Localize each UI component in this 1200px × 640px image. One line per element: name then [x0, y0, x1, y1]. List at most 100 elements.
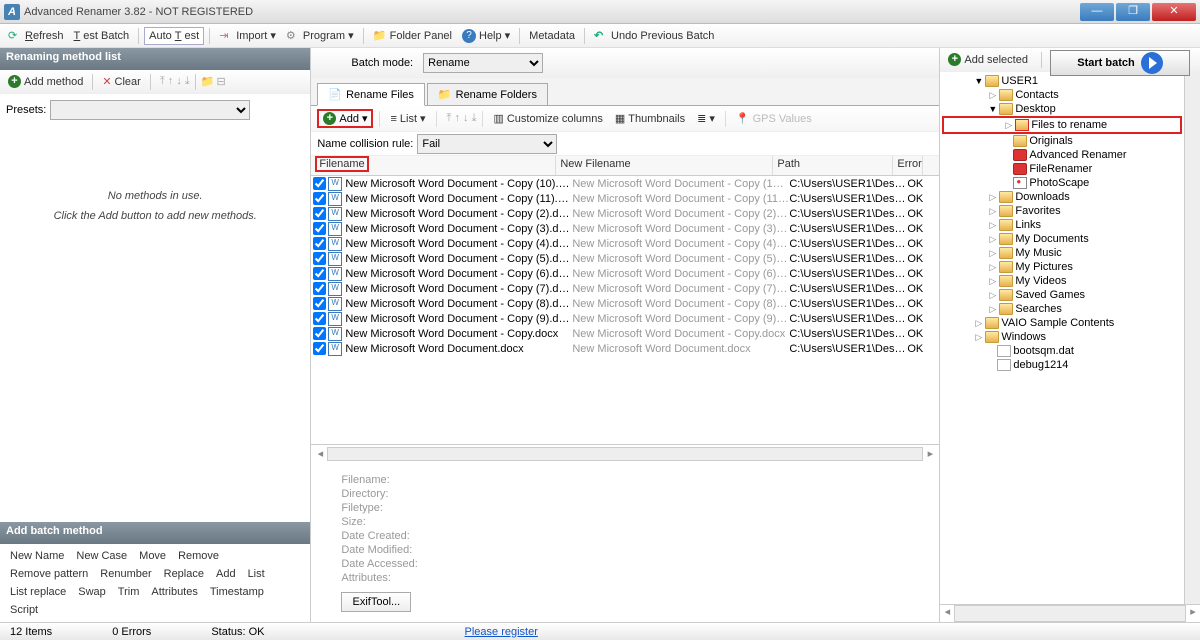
table-row[interactable]: New Microsoft Word Document - Copy (2).d…: [311, 206, 939, 221]
row-checkbox[interactable]: [313, 177, 326, 190]
reorder-arrows[interactable]: ⤒ ↑ ↓ ⤓: [160, 75, 190, 88]
batch-method-list-replace[interactable]: List replace: [6, 584, 70, 600]
expand-icon[interactable]: [988, 90, 997, 101]
tree-item[interactable]: Desktop: [942, 102, 1182, 116]
start-batch-button[interactable]: Start batch: [1050, 50, 1190, 76]
refresh-menu[interactable]: Refresh: [4, 27, 68, 45]
program-menu[interactable]: Program ▾: [282, 27, 358, 45]
expand-icon[interactable]: [988, 276, 997, 287]
row-checkbox[interactable]: [313, 222, 326, 235]
tree-item[interactable]: bootsqm.dat: [942, 344, 1182, 358]
table-row[interactable]: New Microsoft Word Document - Copy (11).…: [311, 191, 939, 206]
expand-icon[interactable]: [974, 332, 983, 343]
maximize-button[interactable]: ❐: [1116, 3, 1150, 21]
list-button[interactable]: ≡ List ▾: [386, 110, 429, 127]
tab-rename-files[interactable]: Rename Files: [317, 83, 425, 106]
table-row[interactable]: New Microsoft Word Document - Copy (3).d…: [311, 221, 939, 236]
gps-button[interactable]: 📍 GPS Values: [732, 110, 816, 127]
expand-icon[interactable]: [988, 104, 997, 114]
row-checkbox[interactable]: [313, 282, 326, 295]
expand-icon[interactable]: [988, 192, 997, 203]
batch-method-trim[interactable]: Trim: [114, 584, 144, 600]
presets-select[interactable]: [50, 100, 250, 120]
tree-item[interactable]: Saved Games: [942, 288, 1182, 302]
row-checkbox[interactable]: [313, 237, 326, 250]
file-reorder-arrows[interactable]: ⤒ ↑ ↓ ⤓: [447, 112, 477, 125]
collision-select[interactable]: Fail: [417, 134, 557, 154]
expand-icon[interactable]: [974, 318, 983, 329]
horizontal-scrollbar[interactable]: ◂▸: [311, 444, 939, 462]
row-checkbox[interactable]: [313, 252, 326, 265]
thumbnails-button[interactable]: ▦ Thumbnails: [611, 110, 689, 127]
expand-icon[interactable]: [988, 304, 997, 315]
minimize-button[interactable]: —: [1080, 3, 1114, 21]
table-row[interactable]: New Microsoft Word Document - Copy (6).d…: [311, 266, 939, 281]
tab-rename-folders[interactable]: Rename Folders: [427, 83, 548, 105]
add-selected-button[interactable]: Add selected: [944, 51, 1032, 68]
expand-icon[interactable]: [974, 76, 983, 86]
table-row[interactable]: New Microsoft Word Document - Copy (5).d…: [311, 251, 939, 266]
batch-method-new-case[interactable]: New Case: [72, 548, 131, 564]
tree-item[interactable]: My Music: [942, 246, 1182, 260]
tree-item[interactable]: Contacts: [942, 88, 1182, 102]
save-icon[interactable]: ⊟: [216, 75, 225, 88]
vertical-scrollbar[interactable]: [1184, 72, 1200, 604]
table-row[interactable]: New Microsoft Word Document - Copy (4).d…: [311, 236, 939, 251]
batch-method-attributes[interactable]: Attributes: [147, 584, 201, 600]
tree-item[interactable]: Links: [942, 218, 1182, 232]
batch-method-move[interactable]: Move: [135, 548, 170, 564]
table-row[interactable]: New Microsoft Word Document.docxNew Micr…: [311, 341, 939, 356]
batch-method-list[interactable]: List: [244, 566, 269, 582]
batch-method-swap[interactable]: Swap: [74, 584, 110, 600]
th-error[interactable]: Error: [893, 156, 923, 175]
close-button[interactable]: ✕: [1152, 3, 1196, 21]
customize-columns-button[interactable]: ▥ Customize columns: [489, 110, 606, 127]
batch-mode-select[interactable]: Rename: [423, 53, 543, 73]
row-checkbox[interactable]: [313, 192, 326, 205]
expand-icon[interactable]: [988, 206, 997, 217]
auto-test-menu[interactable]: Auto Test: [144, 27, 204, 45]
row-checkbox[interactable]: [313, 312, 326, 325]
row-checkbox[interactable]: [313, 297, 326, 310]
help-menu[interactable]: Help ▾: [458, 27, 514, 45]
tree-item[interactable]: PhotoScape: [942, 176, 1182, 190]
folder-panel-menu[interactable]: Folder Panel: [369, 27, 456, 45]
sort-button[interactable]: ≣ ▾: [693, 110, 719, 127]
batch-method-renumber[interactable]: Renumber: [96, 566, 155, 582]
add-files-button[interactable]: Add ▾: [317, 109, 373, 128]
tree-item[interactable]: USER1: [942, 74, 1182, 88]
tree-hscrollbar[interactable]: ◂ ▸: [940, 604, 1200, 622]
tree-item[interactable]: VAIO Sample Contents: [942, 316, 1182, 330]
batch-method-replace[interactable]: Replace: [160, 566, 208, 582]
row-checkbox[interactable]: [313, 327, 326, 340]
expand-icon[interactable]: [988, 262, 997, 273]
batch-method-remove[interactable]: Remove: [174, 548, 223, 564]
expand-icon[interactable]: [988, 290, 997, 301]
tree-item[interactable]: Searches: [942, 302, 1182, 316]
test-batch-menu[interactable]: Test Batch: [70, 28, 134, 44]
tree-item[interactable]: FileRenamer: [942, 162, 1182, 176]
register-link[interactable]: Please register: [465, 626, 538, 638]
metadata-menu[interactable]: Metadata: [525, 28, 579, 44]
table-row[interactable]: New Microsoft Word Document - Copy (9).d…: [311, 311, 939, 326]
row-checkbox[interactable]: [313, 342, 326, 355]
exiftool-button[interactable]: ExifTool...: [341, 592, 411, 612]
tree-item[interactable]: Advanced Renamer: [942, 148, 1182, 162]
batch-method-timestamp[interactable]: Timestamp: [206, 584, 268, 600]
table-row[interactable]: New Microsoft Word Document - Copy (10).…: [311, 176, 939, 191]
table-row[interactable]: New Microsoft Word Document - Copy.docxN…: [311, 326, 939, 341]
expand-icon[interactable]: [988, 234, 997, 245]
row-checkbox[interactable]: [313, 207, 326, 220]
expand-icon[interactable]: [988, 220, 997, 231]
tree-item[interactable]: Favorites: [942, 204, 1182, 218]
tree-item[interactable]: Downloads: [942, 190, 1182, 204]
import-menu[interactable]: Import ▾: [215, 27, 280, 45]
tree-item[interactable]: Windows: [942, 330, 1182, 344]
expand-icon[interactable]: [1004, 120, 1013, 131]
tree-item[interactable]: My Documents: [942, 232, 1182, 246]
batch-method-remove-pattern[interactable]: Remove pattern: [6, 566, 92, 582]
row-checkbox[interactable]: [313, 267, 326, 280]
folder-shortcut-icon[interactable]: 📁: [201, 75, 215, 88]
batch-method-new-name[interactable]: New Name: [6, 548, 68, 564]
th-path[interactable]: Path: [773, 156, 893, 175]
